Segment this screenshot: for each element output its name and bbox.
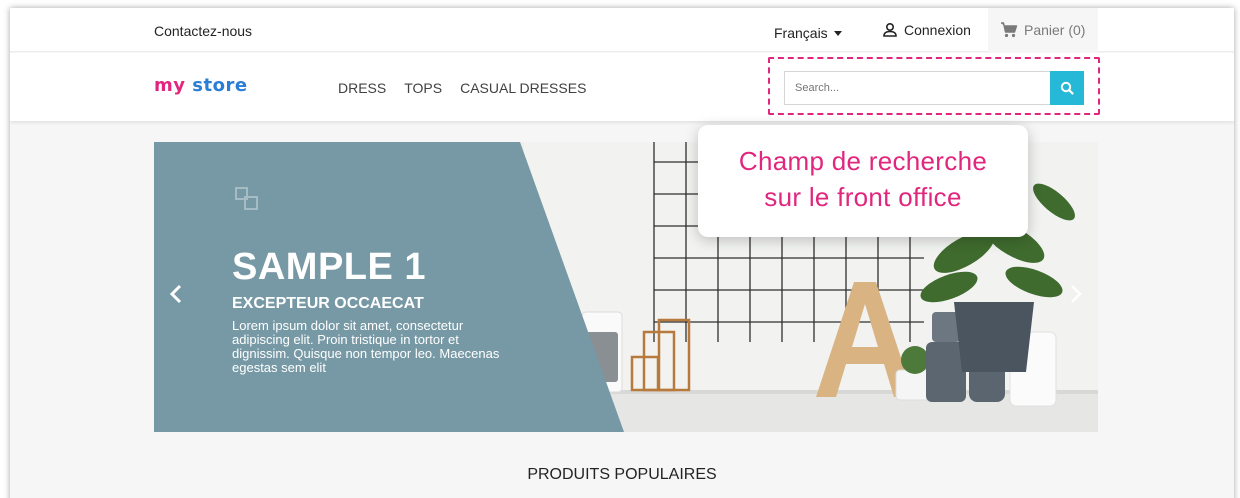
login-link[interactable]: Connexion xyxy=(882,22,971,38)
slide-subtitle: EXCEPTEUR OCCAECAT xyxy=(232,295,424,312)
cart-icon xyxy=(1001,22,1018,38)
slide-title: SAMPLE 1 xyxy=(232,246,427,288)
caret-down-icon xyxy=(833,30,842,36)
annotation-line-2: sur le front office xyxy=(764,182,962,212)
main-header: my store DRESS TOPS CASUAL DRESSES xyxy=(10,53,1234,121)
slider-prev-button[interactable] xyxy=(166,282,186,306)
user-icon xyxy=(883,22,897,37)
main-nav: DRESS TOPS CASUAL DRESSES xyxy=(338,80,586,96)
chevron-right-icon xyxy=(1071,285,1082,303)
annotation-line-1: Champ de recherche xyxy=(738,146,988,176)
browser-frame: Contactez-nous Français Connexion Panier… xyxy=(10,8,1234,498)
section-title: PRODUITS POPULAIRES xyxy=(527,466,717,483)
store-logo[interactable]: my store xyxy=(154,75,248,96)
search-button[interactable] xyxy=(1050,71,1084,105)
slide-description: Lorem ipsum dolor sit amet, consectetur … xyxy=(232,318,500,375)
logo-text-store: store xyxy=(192,75,248,96)
slider-next-button[interactable] xyxy=(1066,282,1086,306)
search-input[interactable] xyxy=(784,71,1050,105)
slide-logo-icon xyxy=(235,187,258,210)
nav-item-tops[interactable]: TOPS xyxy=(404,80,442,96)
nav-item-casual-dresses[interactable]: CASUAL DRESSES xyxy=(460,80,586,96)
search-icon xyxy=(1060,81,1074,95)
logo-text-my: my xyxy=(154,75,186,96)
chevron-left-icon xyxy=(170,284,182,304)
login-label: Connexion xyxy=(904,22,971,38)
annotation-callout: Champ de recherche sur le front office xyxy=(698,125,1028,237)
search-widget xyxy=(784,71,1084,105)
contact-link[interactable]: Contactez-nous xyxy=(154,23,252,39)
language-label: Français xyxy=(774,25,828,41)
cart-button[interactable]: Panier (0) xyxy=(988,8,1098,52)
language-selector[interactable]: Français xyxy=(774,25,842,41)
cart-label: Panier (0) xyxy=(1024,22,1086,38)
top-bar: Contactez-nous Français Connexion Panier… xyxy=(10,8,1234,52)
slide-caption: SAMPLE 1 EXCEPTEUR OCCAECAT Lorem ipsum … xyxy=(232,246,502,375)
nav-item-dress[interactable]: DRESS xyxy=(338,80,386,96)
